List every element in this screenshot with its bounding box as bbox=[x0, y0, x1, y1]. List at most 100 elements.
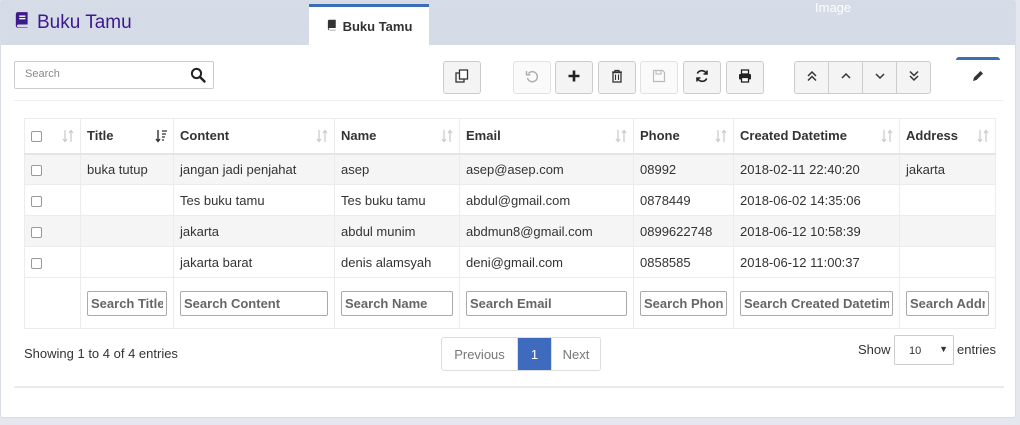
sort-icon[interactable] bbox=[977, 129, 989, 143]
tab-buku-tamu[interactable]: Buku Tamu bbox=[309, 4, 429, 45]
row-checkbox[interactable] bbox=[31, 195, 42, 207]
tab-label: Buku Tamu bbox=[342, 18, 413, 34]
double-up-icon bbox=[805, 69, 819, 86]
row-select-cell bbox=[24, 215, 81, 247]
search-email-input[interactable] bbox=[466, 290, 627, 316]
row-select-cell bbox=[24, 184, 81, 216]
cell-phone: 0878449 bbox=[633, 184, 734, 216]
cell-content: jakarta bbox=[173, 215, 335, 247]
double-down-icon bbox=[907, 69, 921, 86]
row-select-cell bbox=[24, 246, 81, 278]
page-title: Buku Tamu bbox=[13, 11, 132, 35]
col-header-created[interactable]: Created Datetime bbox=[733, 118, 900, 155]
prev-record-button[interactable] bbox=[828, 61, 863, 94]
table-row[interactable]: jakarta barat denis alamsyah deni@gmail.… bbox=[24, 246, 996, 278]
cell-title bbox=[80, 184, 174, 216]
table-row[interactable]: jakarta abdul munim abdmun8@gmail.com 08… bbox=[24, 215, 996, 247]
copy-button[interactable] bbox=[443, 61, 481, 94]
next-record-button[interactable] bbox=[862, 61, 897, 94]
col-header-name[interactable]: Name bbox=[334, 118, 460, 155]
table-row[interactable]: buka tutup jangan jadi penjahat asep ase… bbox=[24, 153, 996, 185]
sort-icon[interactable] bbox=[615, 129, 627, 143]
search-created-input[interactable] bbox=[740, 290, 893, 316]
table-header-row: Title Content Name Email Phone Created D… bbox=[24, 118, 996, 155]
cell-phone: 0899622748 bbox=[633, 215, 734, 247]
book-icon bbox=[326, 19, 338, 34]
cell-address bbox=[899, 246, 996, 278]
page-size-value: 10 bbox=[909, 345, 922, 357]
undo-button[interactable] bbox=[513, 61, 551, 94]
page-size-select[interactable]: 10 ▼ bbox=[894, 335, 954, 365]
pagination: Previous 1 Next bbox=[441, 337, 601, 371]
col-header-phone[interactable]: Phone bbox=[633, 118, 734, 155]
col-header-content[interactable]: Content bbox=[173, 118, 335, 155]
search-title-input[interactable] bbox=[87, 290, 167, 316]
trash-icon bbox=[610, 69, 624, 86]
search-icon[interactable] bbox=[190, 67, 206, 83]
select-all-checkbox[interactable] bbox=[31, 131, 42, 143]
save-icon bbox=[652, 69, 666, 86]
cell-phone: 0858585 bbox=[633, 246, 734, 278]
copy-icon bbox=[455, 69, 469, 86]
row-checkbox[interactable] bbox=[31, 164, 42, 176]
table-row[interactable]: Tes buku tamu Tes buku tamu abdul@gmail.… bbox=[24, 184, 996, 216]
first-record-button[interactable] bbox=[794, 61, 829, 94]
sort-icon[interactable] bbox=[881, 129, 893, 143]
page-title-text: Buku Tamu bbox=[37, 12, 132, 33]
cell-email: abdul@gmail.com bbox=[459, 184, 634, 216]
row-checkbox[interactable] bbox=[31, 226, 42, 238]
previous-page-button[interactable]: Previous bbox=[442, 338, 518, 370]
col-header-email[interactable]: Email bbox=[459, 118, 634, 155]
up-icon bbox=[839, 69, 853, 86]
cell-email: asep@asep.com bbox=[459, 153, 634, 185]
last-record-button[interactable] bbox=[896, 61, 931, 94]
undo-icon bbox=[525, 69, 539, 86]
cell-email: abdmun8@gmail.com bbox=[459, 215, 634, 247]
cell-title: buka tutup bbox=[80, 153, 174, 185]
search-name-input[interactable] bbox=[341, 290, 453, 316]
col-header-title[interactable]: Title bbox=[80, 118, 174, 155]
search-box bbox=[14, 61, 214, 89]
delete-button[interactable] bbox=[598, 61, 636, 94]
next-page-button[interactable]: Next bbox=[551, 338, 600, 370]
cell-title bbox=[80, 215, 174, 247]
refresh-button[interactable] bbox=[683, 61, 721, 94]
book-icon bbox=[13, 11, 31, 35]
cell-address bbox=[899, 184, 996, 216]
column-search-row bbox=[24, 277, 996, 329]
sort-icon[interactable] bbox=[62, 129, 74, 143]
select-all-header[interactable] bbox=[24, 118, 81, 155]
print-button[interactable] bbox=[726, 61, 764, 94]
sort-desc-icon[interactable] bbox=[155, 129, 167, 143]
add-button[interactable] bbox=[555, 61, 593, 94]
page-1-button[interactable]: 1 bbox=[518, 338, 551, 370]
edit-tab[interactable] bbox=[956, 57, 1000, 95]
row-select-cell bbox=[24, 153, 81, 185]
data-table-wrapper: Title Content Name Email Phone Created D… bbox=[24, 118, 996, 329]
main-panel: Buku Tamu Buku Tamu Image Search Title C… bbox=[0, 0, 1016, 418]
cell-created: 2018-06-02 14:35:06 bbox=[733, 184, 900, 216]
search-address-input[interactable] bbox=[906, 290, 989, 316]
sort-icon[interactable] bbox=[441, 129, 453, 143]
show-label: Show bbox=[858, 342, 891, 357]
cell-name: denis alamsyah bbox=[334, 246, 460, 278]
cell-address: jakarta bbox=[899, 153, 996, 185]
cell-name: asep bbox=[334, 153, 460, 185]
sort-icon[interactable] bbox=[316, 129, 328, 143]
row-checkbox[interactable] bbox=[31, 257, 42, 269]
caret-down-icon: ▼ bbox=[939, 344, 948, 354]
search-content-input[interactable] bbox=[180, 290, 328, 316]
data-table: Title Content Name Email Phone Created D… bbox=[24, 118, 996, 329]
col-header-address[interactable]: Address bbox=[899, 118, 996, 155]
refresh-icon bbox=[695, 69, 709, 86]
cell-title bbox=[80, 246, 174, 278]
search-phone-input[interactable] bbox=[640, 290, 727, 316]
table-info: Showing 1 to 4 of 4 entries bbox=[24, 346, 178, 361]
sort-icon[interactable] bbox=[715, 129, 727, 143]
cell-created: 2018-06-12 10:58:39 bbox=[733, 215, 900, 247]
cell-created: 2018-06-12 11:00:37 bbox=[733, 246, 900, 278]
cell-name: abdul munim bbox=[334, 215, 460, 247]
save-button[interactable] bbox=[640, 61, 678, 94]
search-input[interactable] bbox=[25, 68, 185, 80]
cell-content: Tes buku tamu bbox=[173, 184, 335, 216]
